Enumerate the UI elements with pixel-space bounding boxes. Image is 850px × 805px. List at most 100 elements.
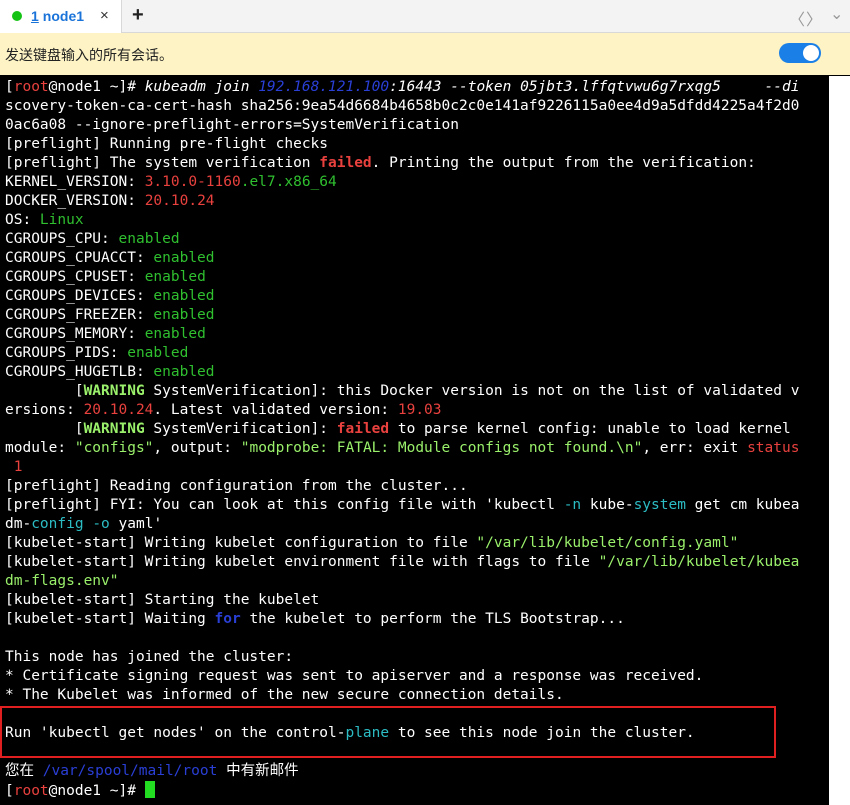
terminal-text: enabled	[153, 288, 215, 304]
terminal-text: [	[5, 79, 14, 95]
terminal-text: [preflight] Reading configuration from t…	[5, 478, 468, 494]
terminal-text: kube-	[581, 497, 634, 513]
terminal-text: 您在	[5, 763, 43, 779]
terminal-text: , err: exit	[642, 440, 748, 456]
broadcast-message: 发送键盘输入的所有会话。	[5, 47, 173, 63]
next-tab-icon[interactable]: 〉	[806, 6, 822, 30]
terminal-line: KERNEL_VERSION: 3.10.0-1160.el7.x86_64	[5, 173, 337, 192]
terminal-text: checks	[266, 136, 329, 152]
terminal-line: CGROUPS_CPUACCT: enabled	[5, 249, 215, 268]
terminal-line: [kubelet-start] Waiting for the kubelet …	[5, 610, 625, 629]
terminal-text: CGROUPS_CPU:	[5, 231, 119, 247]
terminal-text: CGROUPS_FREEZER:	[5, 307, 154, 323]
tab-node1[interactable]: 1 node1 ×	[0, 0, 122, 33]
terminal-text: 3.10.0-1160	[144, 174, 241, 190]
terminal-text: CGROUPS_HUGETLB:	[5, 364, 154, 380]
terminal-text: :16443 --token 05jbt3.lffqtvwu6g7rxqg5 -…	[389, 79, 800, 95]
terminal-text: get cm kubea	[685, 497, 800, 513]
terminal-text: [kubelet-start] Starting the kubelet	[5, 592, 320, 608]
terminal-text: [	[5, 783, 14, 799]
scrollbar[interactable]	[829, 76, 850, 805]
terminal-text: enabled	[127, 345, 189, 361]
terminal-text: "/var/lib/kubelet/kubea	[598, 554, 800, 570]
terminal-text: config	[31, 516, 84, 532]
terminal-text: "modprobe: FATAL: Module configs not fou…	[240, 440, 643, 456]
terminal-text: CGROUPS_PIDS:	[5, 345, 128, 361]
terminal-text: * Certificate signing request was sent t…	[5, 668, 704, 684]
terminal-text: status	[747, 440, 800, 456]
broadcast-toggle[interactable]	[779, 43, 821, 63]
terminal-text: CGROUPS_CPUSET:	[5, 269, 145, 285]
terminal-text: [kubelet-start] Writing kubelet configur…	[5, 535, 477, 551]
terminal-text: the kubelet to perform the TLS Bootstrap…	[240, 611, 625, 627]
terminal-text: flight	[214, 136, 267, 152]
terminal-text: ersions:	[5, 402, 84, 418]
terminal-line: ersions: 20.10.24. Latest validated vers…	[5, 401, 442, 420]
terminal-line: [WARNING SystemVerification]: failed to …	[5, 420, 791, 439]
terminal-line: [root@node1 ~]#	[5, 781, 155, 801]
terminal-text: Linux	[39, 212, 84, 228]
terminal-line: [preflight] Running pre-flight checks	[5, 135, 328, 154]
terminal-text: system	[633, 497, 686, 513]
terminal-line: [preflight] The system verification fail…	[5, 154, 756, 173]
terminal-text: [	[5, 421, 84, 437]
terminal-text: . Latest validated version:	[153, 402, 398, 418]
terminal-output[interactable]: [root@node1 ~]# kubeadm join 192.168.121…	[0, 78, 830, 805]
terminal-line: [kubelet-start] Writing kubelet configur…	[5, 534, 738, 553]
terminal-text: . Printing the output from the verificat…	[371, 155, 756, 171]
terminal-line: [kubelet-start] Starting the kubelet	[5, 591, 319, 610]
add-tab-button[interactable]: +	[132, 4, 144, 27]
terminal-text: yaml'	[109, 516, 163, 532]
terminal-text: kubeadm join	[144, 79, 259, 95]
terminal-text: 192.168.121.100	[258, 79, 390, 95]
terminal-text: failed	[336, 421, 390, 437]
terminal-text: @node1 ~]#	[48, 79, 145, 95]
terminal-text: KERNEL_VERSION:	[5, 174, 145, 190]
terminal-text: enabled	[144, 269, 206, 285]
terminal-text: 1	[5, 459, 23, 475]
terminal-text: "configs"	[74, 440, 154, 456]
terminal-text: [preflight] Running pre-	[5, 136, 215, 152]
terminal-line: 0ac6a08 --ignore-preflight-errors=System…	[5, 116, 459, 135]
terminal-line: CGROUPS_DEVICES: enabled	[5, 287, 215, 306]
terminal-line: * Certificate signing request was sent t…	[5, 667, 703, 686]
terminal-text: WARNING	[83, 421, 145, 437]
terminal-text: dm-	[5, 516, 32, 532]
terminal-text: [preflight] FYI: You can look at this co…	[5, 497, 564, 513]
terminal-text: enabled	[153, 250, 215, 266]
prev-tab-icon[interactable]: 〈	[789, 6, 805, 30]
terminal-text: root	[13, 79, 49, 95]
terminal-text: SystemVerification]:	[144, 421, 337, 437]
terminal-text: [preflight] The system verification	[5, 155, 320, 171]
tab-bar: 1 node1 × + 〈 〉 ⌄	[0, 0, 850, 33]
terminal-text: root	[13, 783, 49, 799]
terminal-text: , output:	[153, 440, 241, 456]
highlight-box	[0, 706, 776, 758]
tab-menu-icon[interactable]: ⌄	[830, 4, 843, 24]
terminal-line: OS: Linux	[5, 211, 84, 230]
terminal-cursor	[144, 781, 155, 798]
terminal-text: SystemVerification]: this Docker version…	[144, 383, 800, 399]
terminal-text: CGROUPS_DEVICES:	[5, 288, 154, 304]
terminal-text: CGROUPS_MEMORY:	[5, 326, 145, 342]
terminal-line: This node has joined the cluster:	[5, 648, 293, 667]
terminal-text: enabled	[118, 231, 180, 247]
terminal-line: CGROUPS_PIDS: enabled	[5, 344, 188, 363]
tab-number: 1	[31, 8, 39, 24]
terminal-text: @node1 ~]#	[48, 783, 145, 799]
terminal-line: [WARNING SystemVerification]: this Docke…	[5, 382, 800, 401]
terminal-text: CGROUPS_CPUACCT:	[5, 250, 154, 266]
terminal-line: [preflight] FYI: You can look at this co…	[5, 496, 799, 515]
terminal-text: -n	[563, 497, 582, 513]
terminal-text: This node has joined the cluster:	[5, 649, 294, 665]
terminal-line: 1	[5, 458, 23, 477]
terminal-line: CGROUPS_HUGETLB: enabled	[5, 363, 215, 382]
close-tab-icon[interactable]: ×	[100, 7, 109, 24]
terminal-line: * The Kubelet was informed of the new se…	[5, 686, 564, 705]
terminal-text: enabled	[144, 326, 206, 342]
terminal-text: 中有新邮件	[217, 763, 299, 779]
connected-status-icon	[12, 11, 22, 21]
terminal-text: * The Kubelet was informed of the new se…	[5, 687, 564, 703]
terminal-text: -o	[83, 516, 110, 532]
terminal-text: [kubelet-start] Writing kubelet environm…	[5, 554, 599, 570]
